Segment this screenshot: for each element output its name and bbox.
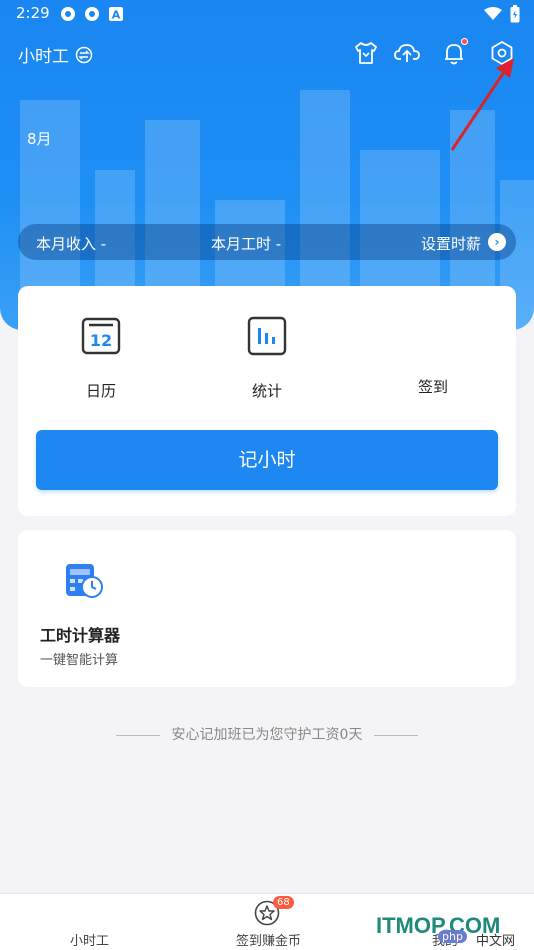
entry-label: 统计 <box>251 382 282 400</box>
entry-calendar[interactable]: 12 日历 <box>41 316 161 401</box>
annotation-arrow <box>450 58 514 151</box>
mode-switch[interactable]: 小时工 <box>18 42 93 67</box>
svg-text:A: A <box>112 9 121 22</box>
tab-checkin-coins[interactable]: 签到赚金币 <box>236 930 301 949</box>
record-hours-button[interactable]: 记小时 <box>36 430 498 490</box>
divider <box>115 734 160 736</box>
monthly-hours: 本月工时 - <box>211 235 282 253</box>
cloud-upload-icon[interactable] <box>394 40 420 66</box>
mode-label: 小时工 <box>18 47 69 67</box>
divider <box>374 734 419 736</box>
tool-title: 工时计算器 <box>40 626 121 645</box>
monthly-income: 本月收入 - <box>36 235 107 253</box>
notification-dot <box>461 38 468 45</box>
checkin-icon <box>413 316 453 356</box>
tool-card[interactable]: 工时计算器 一键智能计算 <box>18 530 516 687</box>
entry-label: 日历 <box>85 382 116 400</box>
status-time: 2:29 <box>16 4 50 22</box>
switch-icon <box>75 46 93 63</box>
notification-app-icon <box>85 7 99 21</box>
calendar-date-number: 12 <box>90 331 112 350</box>
coin-badge: 68 <box>273 896 294 909</box>
chevron-right-icon[interactable]: › <box>488 233 506 251</box>
calendar-icon: 12 <box>81 317 121 355</box>
cn-watermark: 中文网 <box>476 934 516 949</box>
protection-note: 安心记加班已为您守护工资0天 <box>0 724 534 744</box>
protection-note-text: 安心记加班已为您守护工资0天 <box>171 727 363 743</box>
php-watermark: php <box>438 930 467 943</box>
wifi-icon <box>484 7 502 20</box>
status-bar: 2:29 A <box>0 0 534 28</box>
entry-checkin[interactable]: 签到 <box>373 316 493 397</box>
status-right <box>484 5 520 23</box>
tool-subtitle: 一键智能计算 <box>40 653 119 668</box>
skin-shirt-icon[interactable] <box>353 40 379 66</box>
month-summary-bar: 本月收入 - 本月工时 - 设置时薪 › <box>18 224 516 260</box>
notification-a-icon: A <box>109 7 123 22</box>
set-wage-link[interactable]: 设置时薪 <box>421 233 481 254</box>
tab-hourly[interactable]: 小时工 <box>70 930 109 949</box>
stats-icon <box>247 316 287 356</box>
notification-app-icon <box>61 7 75 21</box>
battery-icon <box>510 5 520 23</box>
calculator-clock-icon <box>66 564 103 598</box>
entry-label: 签到 <box>417 378 448 396</box>
entry-stats[interactable]: 统计 <box>207 316 327 401</box>
main-card: 12 日历 统计 签到 记小时 <box>18 286 516 516</box>
current-month: 8月 <box>27 130 52 148</box>
